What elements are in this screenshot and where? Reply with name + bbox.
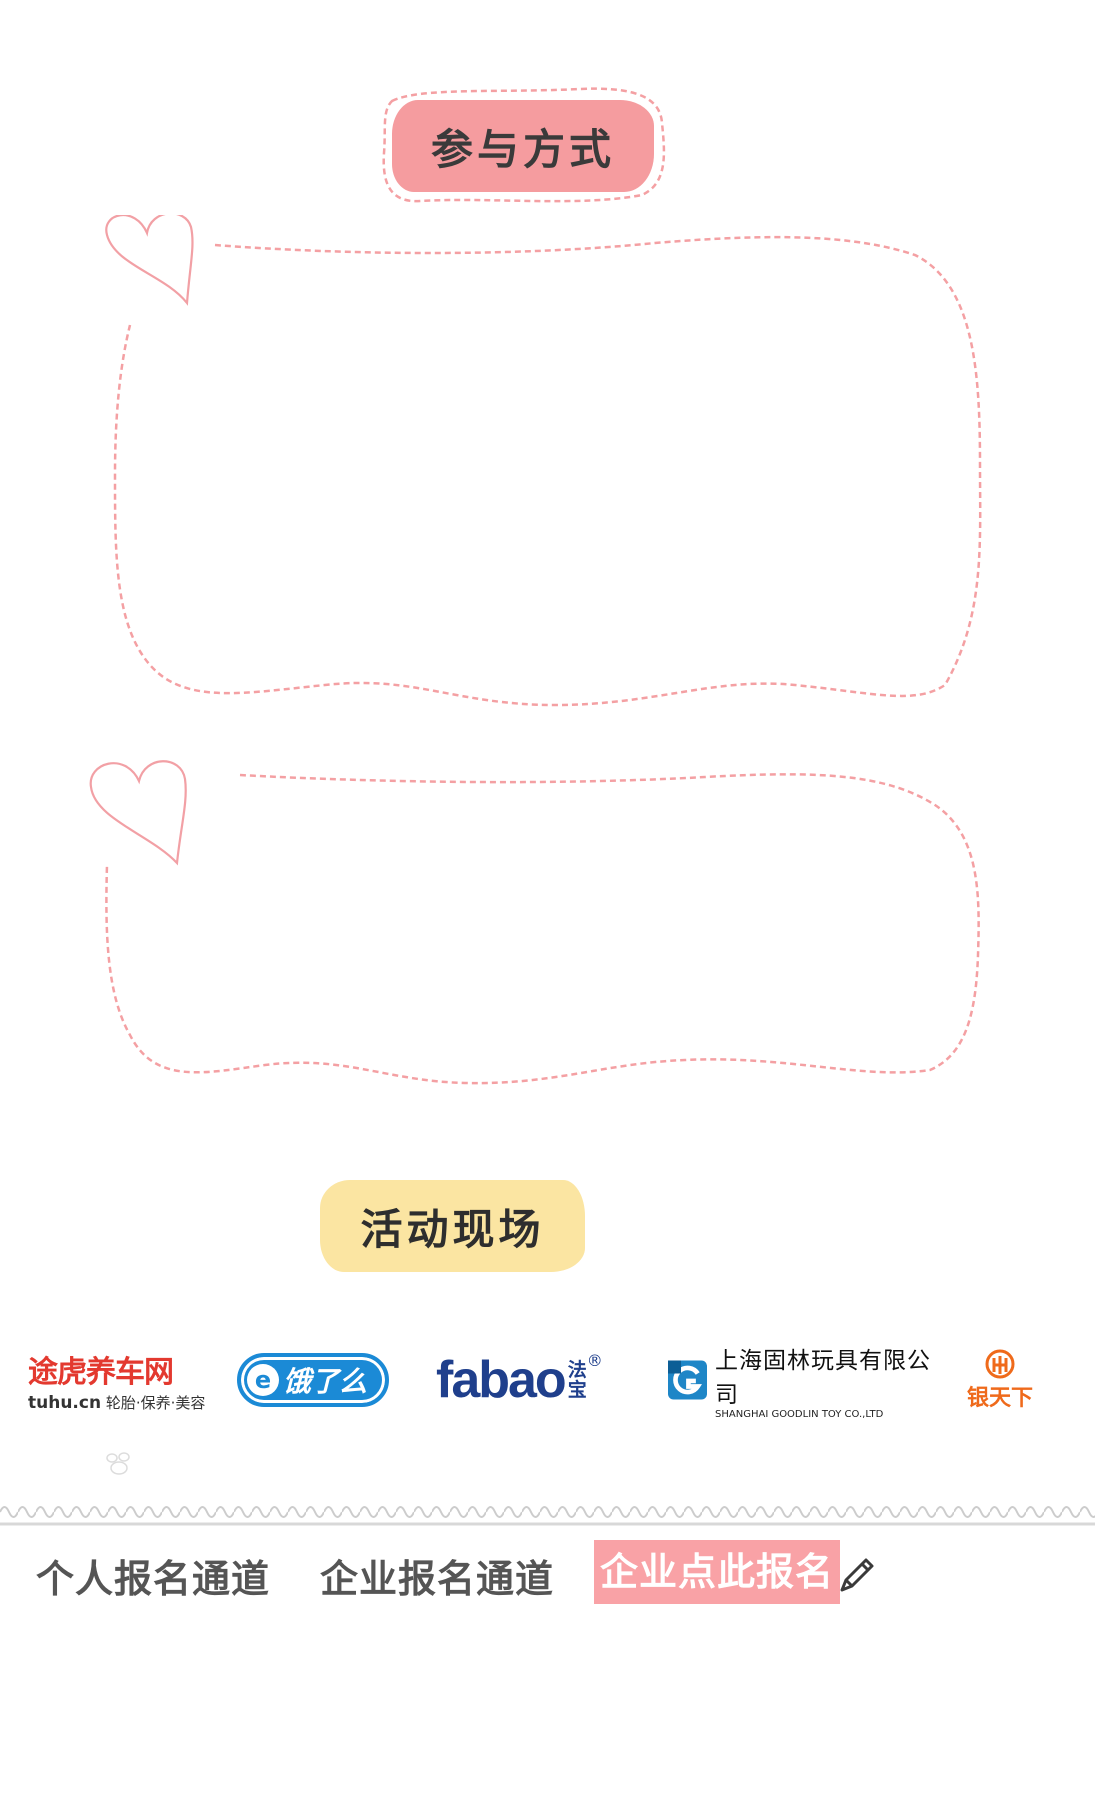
pencil-icon: [840, 1558, 874, 1592]
paw-icon: [106, 1452, 130, 1475]
goodlin-text: 上海固林玩具有限公司 SHANGHAI GOODLIN TOY CO.,LTD: [715, 1341, 938, 1420]
eleme-pill: e 饿了么: [237, 1353, 389, 1407]
tuhu-sub: tuhu.cn 轮胎·保养·美容: [28, 1392, 205, 1413]
sponsor-goodlin-logo: 上海固林玩具有限公司 SHANGHAI GOODLIN TOY CO.,LTD: [668, 1345, 938, 1420]
sponsor-fabao-logo: fabao 法 宝 ®: [436, 1345, 626, 1415]
sponsor-tuhu-logo: 途虎养车网 tuhu.cn 轮胎·保养·美容: [28, 1345, 205, 1415]
section-title-participation: 参与方式: [392, 100, 654, 192]
enterprise-register-button[interactable]: 企业点此报名: [594, 1540, 841, 1604]
fabao-cn-top: 法: [567, 1359, 587, 1381]
participation-frame-2: [89, 760, 980, 1085]
eleme-icon: e: [247, 1364, 279, 1396]
fabao-cn: 法 宝: [568, 1360, 587, 1400]
sponsor-yintianxia-logo: 银天下: [965, 1345, 1035, 1415]
goodlin-mark-icon: [668, 1360, 708, 1400]
tuhu-domain: tuhu.cn: [28, 1393, 102, 1413]
nav-personal-signup[interactable]: 个人报名通道: [36, 1548, 270, 1603]
participation-frame-1: [105, 215, 982, 707]
goodlin-name-en: SHANGHAI GOODLIN TOY CO.,LTD: [715, 1408, 884, 1420]
eleme-name: 饿了么: [283, 1365, 368, 1398]
registered-icon: ®: [586, 1351, 603, 1370]
section-title-text: 参与方式: [430, 124, 615, 174]
section-title-text: 活动现场: [360, 1204, 545, 1254]
yintianxia-mark-icon: [985, 1349, 1015, 1379]
nav-enterprise-signup[interactable]: 企业报名通道: [320, 1548, 554, 1603]
heart-icon: [89, 760, 187, 866]
section-title-live: 活动现场: [320, 1180, 585, 1272]
yintianxia-name: 银天下: [966, 1386, 1033, 1411]
tuhu-name: 途虎养车网: [28, 1356, 174, 1389]
heart-icon: [105, 215, 194, 306]
sponsor-eleme-logo: e 饿了么: [237, 1345, 389, 1415]
goodlin-name-cn: 上海固林玩具有限公司: [715, 1347, 932, 1407]
tuhu-tagline: 轮胎·保养·美容: [105, 1394, 206, 1412]
fabao-cn-bottom: 宝: [567, 1379, 587, 1401]
wavy-separator: [0, 1500, 1095, 1526]
fabao-name: fabao: [436, 1351, 567, 1409]
